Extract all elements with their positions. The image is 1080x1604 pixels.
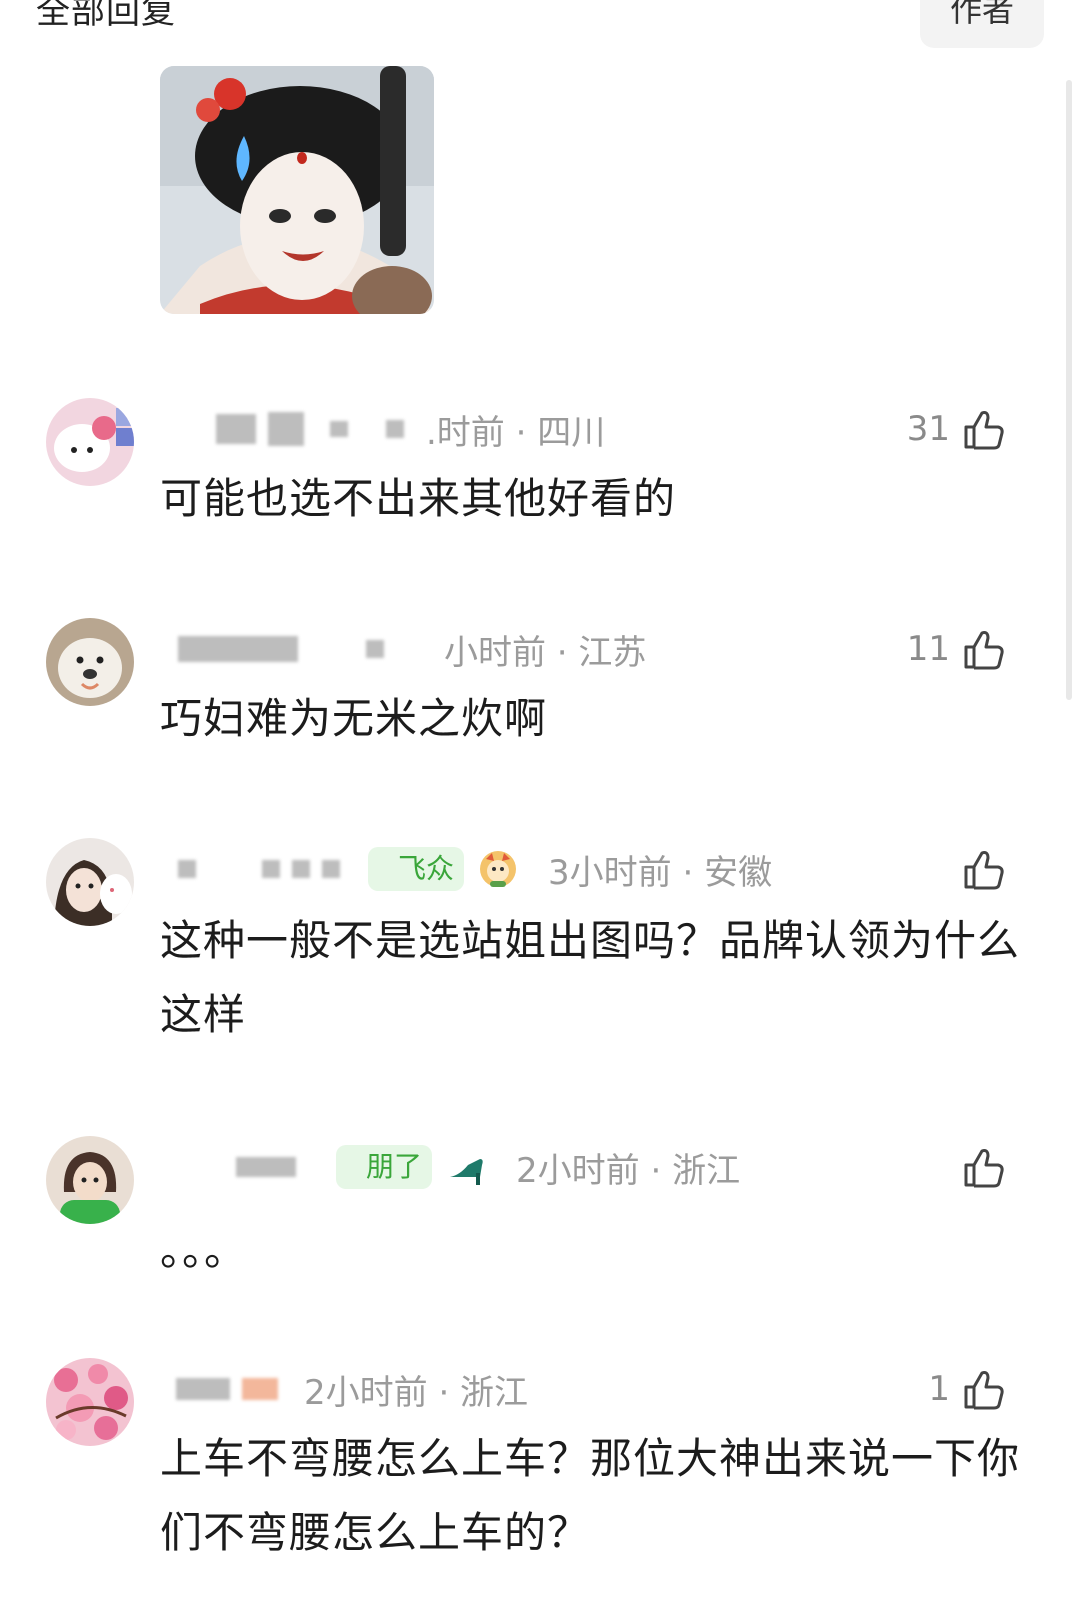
user-avatar[interactable]	[46, 1136, 134, 1224]
thumbs-up-icon	[964, 631, 1004, 670]
like-button[interactable]	[950, 844, 1008, 894]
blurred-username	[330, 421, 348, 437]
blurred-username	[236, 1157, 296, 1177]
avatar-image	[46, 618, 134, 706]
like-button[interactable]: 11	[907, 624, 1008, 674]
blurred-username	[366, 640, 384, 658]
comment-user-line: 2小时前 · 浙江	[160, 1364, 528, 1414]
blurred-username	[178, 636, 298, 662]
comment-user-line: 朋了 2小时前 · 浙江	[160, 1142, 740, 1192]
like-count: 31	[906, 409, 950, 449]
comment-text: 这种一般不是选站姐出图吗？品牌认领为什么这样	[160, 916, 1021, 1039]
thumbs-up-icon	[964, 1371, 1004, 1410]
blurred-username	[242, 1378, 278, 1400]
blurred-username	[216, 414, 256, 444]
blurred-username	[386, 420, 404, 438]
blurred-username	[176, 1378, 230, 1400]
author-filter-button[interactable]: 作者	[920, 0, 1044, 48]
like-button[interactable]: 31	[907, 404, 1008, 454]
fan-badge-icon	[480, 851, 517, 887]
like-count: 11	[906, 629, 950, 669]
comment-user-line: 飞众 3小时前 · 安徽	[160, 844, 772, 894]
comment-meta: 2小时前 · 浙江	[516, 1150, 741, 1191]
user-avatar[interactable]	[46, 398, 134, 486]
thumbs-up-icon	[964, 411, 1004, 450]
thumbs-up-icon	[964, 1149, 1004, 1188]
top-bar: 全部回复 作者	[0, 0, 1080, 50]
comment-user-line: .时前 · 四川	[160, 404, 605, 454]
comment-user-line: 小时前 · 江苏	[160, 624, 646, 674]
user-avatar[interactable]	[46, 1358, 134, 1446]
comment-meta: 3小时前 · 安徽	[548, 852, 773, 893]
avatar-image	[46, 1358, 134, 1446]
user-avatar[interactable]	[46, 618, 134, 706]
comment-meta: 2小时前 · 浙江	[304, 1372, 529, 1413]
avatar-image	[46, 398, 134, 486]
comment-text: 巧妇难为无米之炊啊	[160, 694, 548, 743]
comment-meta: 小时前 · 江苏	[444, 632, 647, 673]
user-avatar[interactable]	[46, 838, 134, 926]
fan-badge[interactable]: 飞众	[368, 847, 465, 891]
like-button[interactable]	[950, 1142, 1008, 1192]
avatar-image	[46, 1136, 134, 1224]
comment-text: 上车不弯腰怎么上车？那位大神出来说一下你们不弯腰怎么上车的？	[160, 1434, 1021, 1557]
blurred-username	[292, 860, 310, 878]
comment-text: 。。。	[160, 1226, 248, 1275]
blurred-username	[262, 860, 280, 878]
page-title: 全部回复	[36, 0, 176, 32]
high-heel-icon	[450, 1159, 483, 1185]
like-count: 1	[928, 1369, 950, 1409]
avatar-image	[46, 838, 134, 926]
blurred-username	[268, 412, 304, 446]
blurred-username	[178, 860, 196, 878]
blurred-username	[322, 860, 340, 878]
comment-text: 可能也选不出来其他好看的	[160, 474, 677, 523]
sticker-illustration	[160, 66, 434, 314]
thumbs-up-icon	[964, 851, 1004, 890]
comment-meta: .时前 · 四川	[426, 412, 606, 453]
reply-sticker-image[interactable]	[160, 66, 434, 314]
scrollbar[interactable]	[1066, 80, 1072, 700]
like-button[interactable]: 1	[928, 1364, 1008, 1414]
fan-badge[interactable]: 朋了	[336, 1145, 433, 1189]
